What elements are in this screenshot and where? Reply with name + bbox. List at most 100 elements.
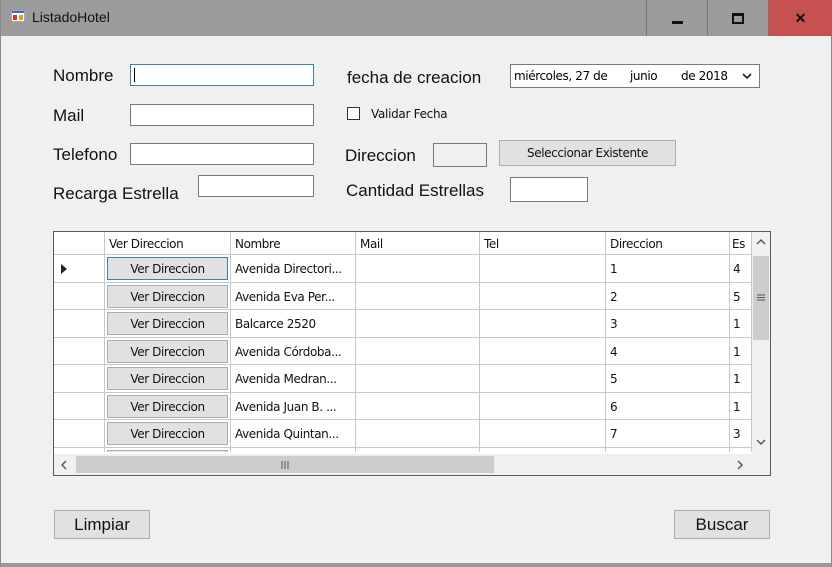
tel-cell — [480, 255, 606, 283]
table-row[interactable]: Ver Direccion Avenida Córdoba... 4 1 — [54, 337, 752, 365]
estrellas-cell: 3 — [730, 420, 752, 448]
ver-direccion-cell: Ver Direccion — [105, 310, 231, 338]
horizontal-scroll-thumb[interactable] — [76, 456, 494, 473]
estrellas-cell: 1 — [730, 365, 752, 393]
ver-direccion-button-partial — [107, 449, 228, 452]
ver-direccion-button[interactable]: Ver Direccion — [107, 257, 228, 280]
mail-cell — [356, 282, 480, 310]
buscar-button[interactable]: Buscar — [674, 510, 770, 539]
table-row[interactable]: Ver Direccion Avenida Juan B. ... 6 1 — [54, 392, 752, 420]
tel-cell — [480, 310, 606, 338]
ver-direccion-cell: Ver Direccion — [105, 365, 231, 393]
scroll-down-icon[interactable] — [756, 438, 766, 446]
column-header-ver-direccion[interactable]: Ver Direccion — [105, 232, 231, 255]
ver-direccion-button[interactable]: Ver Direccion — [107, 422, 228, 445]
mail-cell — [356, 337, 480, 365]
listado-hotel-window: ListadoHotel ✕ Nombre Mail Telefono Reca… — [0, 0, 832, 567]
row-header[interactable] — [54, 282, 105, 310]
row-header[interactable] — [54, 392, 105, 420]
row-header-corner — [54, 232, 105, 255]
vertical-scroll-thumb[interactable] — [753, 256, 769, 340]
mail-input[interactable] — [130, 104, 314, 126]
ver-direccion-button[interactable]: Ver Direccion — [107, 339, 228, 363]
row-header[interactable] — [54, 255, 105, 283]
partial-cell — [105, 447, 231, 452]
partial-cell — [730, 447, 752, 452]
validar-fecha-checkbox[interactable] — [347, 107, 360, 120]
chevron-down-icon — [742, 73, 752, 80]
row-header[interactable] — [54, 310, 105, 338]
estrellas-cell: 1 — [730, 310, 752, 338]
table-row[interactable]: Ver Direccion Avenida Directori... 1 4 — [54, 255, 752, 283]
recarga-estrella-input[interactable] — [198, 175, 314, 197]
column-header-mail[interactable]: Mail — [356, 232, 480, 255]
nombre-input[interactable] — [130, 64, 314, 86]
grip-icon — [281, 461, 289, 469]
close-icon: ✕ — [794, 9, 807, 26]
scroll-up-icon[interactable] — [756, 238, 766, 246]
nombre-cell: Avenida Córdoba... — [231, 337, 356, 365]
table-row[interactable]: Ver Direccion Avenida Medran... 5 1 — [54, 365, 752, 393]
mail-cell — [356, 420, 480, 448]
hotel-data-grid[interactable]: Ver Direccion Nombre Mail Tel Direccion … — [53, 231, 771, 476]
tel-cell — [480, 337, 606, 365]
direccion-label: Direccion — [345, 146, 416, 165]
mail-cell — [356, 310, 480, 338]
direccion-cell: 7 — [606, 420, 730, 448]
vertical-scrollbar[interactable] — [752, 232, 770, 454]
partial-cell — [480, 447, 606, 452]
tel-cell — [480, 420, 606, 448]
nombre-label: Nombre — [53, 66, 114, 85]
date-month: junio — [630, 69, 658, 83]
estrellas-cell: 1 — [730, 337, 752, 365]
direccion-cell: 6 — [606, 392, 730, 420]
direccion-cell: 4 — [606, 337, 730, 365]
text-caret — [134, 68, 135, 82]
row-header[interactable] — [54, 420, 105, 448]
direccion-cell: 3 — [606, 310, 730, 338]
title-bar[interactable]: ListadoHotel ✕ — [1, 0, 832, 36]
horizontal-scrollbar[interactable] — [54, 454, 752, 475]
column-header-estrellas[interactable]: Es — [730, 232, 752, 255]
scroll-right-icon[interactable] — [736, 460, 744, 470]
date-year: de 2018 — [681, 69, 728, 83]
telefono-input[interactable] — [130, 143, 314, 165]
direccion-cell: 2 — [606, 282, 730, 310]
fecha-creacion-label: fecha de creacion — [347, 68, 482, 87]
scrollbar-corner — [752, 454, 770, 475]
estrellas-cell: 5 — [730, 282, 752, 310]
tel-cell — [480, 282, 606, 310]
tel-cell — [480, 365, 606, 393]
table-row[interactable]: Ver Direccion Avenida Eva Per... 2 5 — [54, 282, 752, 310]
column-header-tel[interactable]: Tel — [480, 232, 606, 255]
column-header-direccion[interactable]: Direccion — [606, 232, 730, 255]
ver-direccion-button[interactable]: Ver Direccion — [107, 367, 228, 390]
minimize-button[interactable] — [646, 0, 707, 36]
partial-cell — [54, 447, 105, 452]
limpiar-button[interactable]: Limpiar — [54, 510, 150, 539]
tel-cell — [480, 392, 606, 420]
recarga-estrella-label: Recarga Estrella — [53, 184, 179, 203]
nombre-cell: Avenida Juan B. ... — [231, 392, 356, 420]
row-header[interactable] — [54, 365, 105, 393]
ver-direccion-cell: Ver Direccion — [105, 420, 231, 448]
maximize-button[interactable] — [707, 0, 768, 36]
close-button[interactable]: ✕ — [768, 0, 832, 36]
fecha-creacion-datepicker[interactable]: miércoles, 27 de junio de 2018 — [510, 64, 760, 88]
date-weekday-day: miércoles, 27 de — [514, 69, 608, 83]
cantidad-estrellas-input[interactable] — [510, 177, 588, 202]
ver-direccion-button[interactable]: Ver Direccion — [107, 394, 228, 418]
seleccionar-existente-button[interactable]: Seleccionar Existente — [499, 140, 676, 166]
table-row[interactable]: Ver Direccion Avenida Quintan... 7 3 — [54, 420, 752, 448]
ver-direccion-button[interactable]: Ver Direccion — [107, 312, 228, 335]
mail-cell — [356, 392, 480, 420]
table-row[interactable]: Ver Direccion Balcarce 2520 3 1 — [54, 310, 752, 338]
nombre-cell: Avenida Medran... — [231, 365, 356, 393]
ver-direccion-button[interactable]: Ver Direccion — [107, 284, 228, 308]
nombre-cell: Avenida Directori... — [231, 255, 356, 283]
scroll-left-icon[interactable] — [60, 460, 68, 470]
ver-direccion-cell: Ver Direccion — [105, 255, 231, 283]
column-header-nombre[interactable]: Nombre — [231, 232, 356, 255]
row-header[interactable] — [54, 337, 105, 365]
grip-icon — [757, 294, 765, 301]
